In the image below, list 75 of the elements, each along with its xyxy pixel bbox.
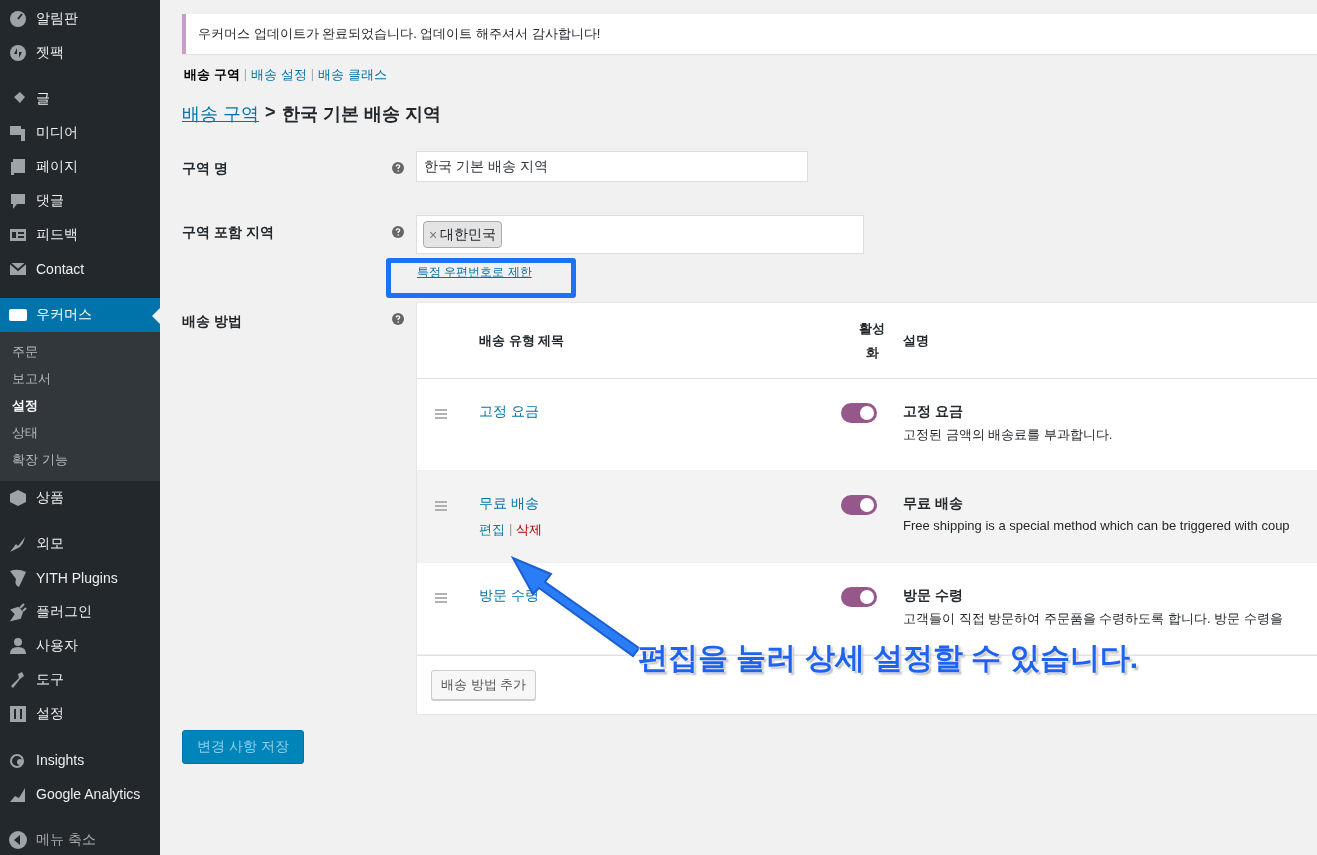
drag-handle-icon[interactable] [435,501,447,511]
sidebar-item[interactable]: 알림판 [0,2,160,36]
enable-toggle[interactable] [841,403,877,423]
edit-link[interactable]: 편집 [479,521,505,539]
enable-toggle[interactable] [841,495,877,515]
comment-icon [8,191,28,211]
plug-icon [8,602,28,622]
submenu-item[interactable]: 설정 [0,392,160,419]
shipping-tab[interactable]: 배송 클래스 [318,66,387,84]
annotation-text: 편집을 눌러 상세 설정할 수 있습니다. [638,640,1138,676]
sidebar-item[interactable]: 설정 [0,697,160,731]
method-title-link[interactable]: 고정 요금 [479,403,539,421]
sidebar-item[interactable]: 젯팩 [0,36,160,70]
sidebar-item[interactable]: Contact [0,252,160,286]
sidebar-item[interactable]: Google Analytics [0,777,160,811]
collapse-menu-button[interactable]: 메뉴 축소 [0,823,160,855]
sidebar-item[interactable]: 상품 [0,481,160,515]
sidebar-item[interactable]: YITH Plugins [0,561,160,595]
tab-separator: | [310,66,315,83]
method-description: 고정된 금액의 배송료를 부과합니다. [903,426,1114,444]
tab-separator: | [243,66,247,83]
sidebar-item[interactable]: 도구 [0,663,160,697]
submenu-item[interactable]: 보고서 [0,365,160,392]
box-icon [8,488,28,508]
sidebar-item[interactable]: 사용자 [0,629,160,663]
field-label: 구역 명 [182,159,229,178]
method-name: 방문 수령 [903,587,964,605]
pages-icon [8,157,28,177]
method-name: 고정 요금 [903,403,964,421]
sidebar-item[interactable]: Insights [0,743,160,777]
column-header: 설명 [903,331,930,350]
method-description: 고객들이 직접 방문하여 주문품을 수령하도록 합니다. 방문 수령을 [903,610,1284,628]
dashboard-icon [8,9,28,29]
sidebar-item[interactable]: 글 [0,82,160,116]
remove-tag-button[interactable]: × [429,226,438,243]
delete-link[interactable]: 삭제 [516,521,543,539]
help-icon[interactable] [392,226,404,238]
add-method-button[interactable]: 배송 방법 추가 [431,670,537,700]
sidebar-item[interactable]: 피드백 [0,218,160,252]
submenu-item[interactable]: 확장 기능 [0,446,160,473]
breadcrumb-separator: > [265,102,276,124]
user-icon [8,636,28,656]
method-description: Free shipping is a special method which can be triggered with coup [903,518,1291,533]
action-separator: | [509,521,513,538]
region-field[interactable]: × 대한민국 [416,215,864,254]
postcode-limit-link[interactable]: 특정 우편번호로 제한 [417,264,532,281]
shipping-tab[interactable]: 배송 설정 [251,66,307,84]
page-title: 한국 기본 배송 지역 [281,103,441,126]
collapse-icon [8,830,28,850]
tag-label: 대한민국 [440,225,497,244]
help-icon[interactable] [392,162,404,174]
breadcrumb-link[interactable]: 배송 구역 [182,102,259,126]
sidebar-item[interactable]: 댓글 [0,184,160,218]
method-name: 무료 배송 [903,495,964,513]
sidebar-item[interactable]: 우커머스 [0,298,160,332]
bolt-icon [8,43,28,63]
submenu-item[interactable]: 상태 [0,419,160,446]
field-label: 배송 방법 [182,312,243,331]
drag-handle-icon[interactable] [435,409,447,419]
sidebar-item[interactable]: 플러그인 [0,595,160,629]
shipping-tab[interactable]: 배송 구역 [184,66,240,84]
sidebar-item[interactable]: 페이지 [0,150,160,184]
update-notice: 우커머스 업데이트가 완료되었습니다. 업데이트 해주셔서 감사합니다! [182,14,1317,54]
zone-name-field[interactable]: 한국 기본 배송 지역 [416,151,808,182]
sidebar-item[interactable]: 외모 [0,527,160,561]
sliders-icon [8,704,28,724]
field-label: 구역 포함 지역 [182,223,275,242]
submenu-item[interactable]: 주문 [0,338,160,365]
enable-toggle[interactable] [841,587,877,607]
column-header: 활성화 [858,319,886,362]
help-icon[interactable] [392,313,404,325]
method-title-link[interactable]: 무료 배송 [479,495,539,513]
column-header: 배송 유형 제목 [479,331,566,350]
drag-handle-icon[interactable] [435,593,447,603]
sidebar-item[interactable]: 미디어 [0,116,160,150]
